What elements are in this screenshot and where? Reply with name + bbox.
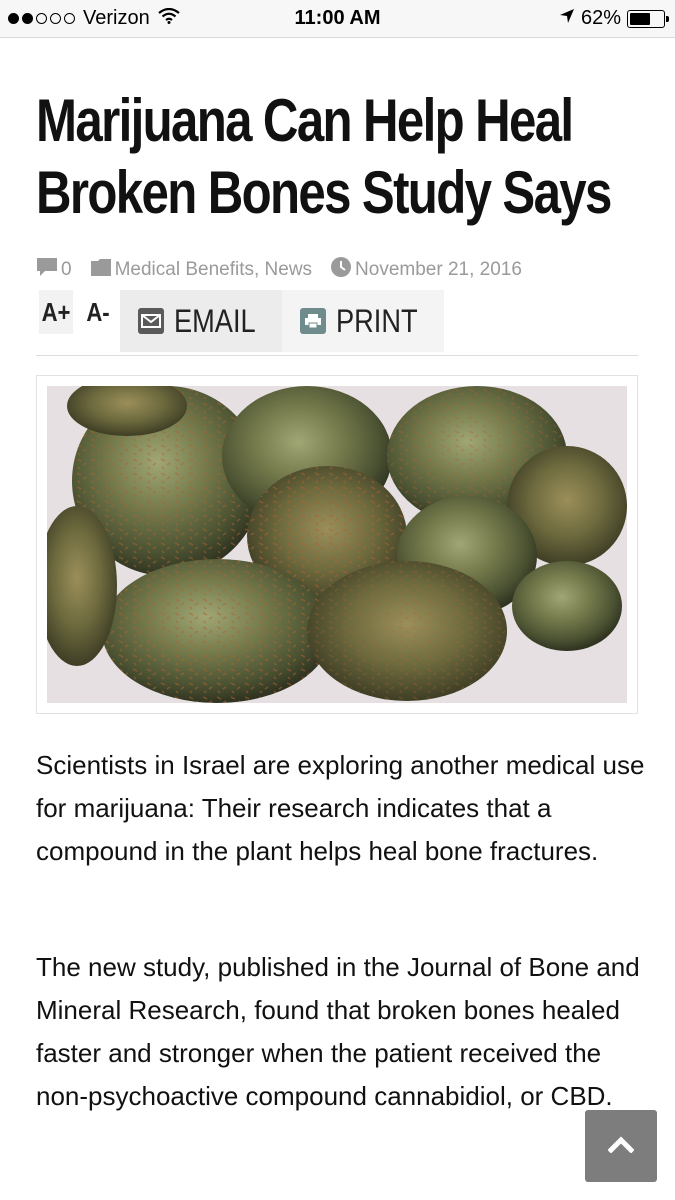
- font-decrease-button[interactable]: A-: [81, 290, 115, 334]
- comment-icon: [36, 257, 58, 283]
- email-label: EMAIL: [174, 302, 256, 339]
- print-label: PRINT: [336, 302, 418, 339]
- location-arrow-icon: [559, 7, 575, 30]
- print-button[interactable]: PRINT: [282, 290, 445, 352]
- status-bar: Verizon 11:00 AM 62%: [0, 0, 675, 38]
- font-increase-button[interactable]: A+: [39, 290, 73, 334]
- clock-icon: [330, 256, 352, 284]
- scroll-to-top-button[interactable]: [585, 1110, 657, 1182]
- publish-date: November 21, 2016: [355, 259, 522, 280]
- categories-link[interactable]: Medical Benefits, News: [90, 257, 312, 283]
- article-paragraph: The new study, published in the Journal …: [36, 952, 640, 1111]
- article-tools: A+ A- EMAIL PRINT: [36, 290, 445, 352]
- article-image-frame: [36, 375, 638, 714]
- email-button[interactable]: EMAIL: [120, 290, 283, 352]
- comments-count: 0: [61, 259, 72, 280]
- folder-icon: [90, 257, 112, 283]
- envelope-icon: [138, 308, 164, 334]
- categories-text: Medical Benefits, News: [114, 259, 313, 280]
- article-title: Marijuana Can Help Heal Broken Bones Stu…: [36, 87, 612, 226]
- battery-percent: 62%: [580, 7, 621, 29]
- meta-divider: [36, 355, 638, 356]
- date-item: November 21, 2016: [330, 256, 522, 284]
- comments-link[interactable]: 0: [36, 257, 72, 283]
- battery-icon: [627, 9, 669, 28]
- printer-icon: [300, 308, 327, 334]
- article-meta: 0 Medical Benefits, News November 21, 20…: [36, 256, 540, 284]
- article-image[interactable]: [47, 386, 627, 703]
- article-paragraph: Scientists in Israel are exploring anoth…: [36, 750, 645, 866]
- chevron-up-icon: [607, 1135, 635, 1158]
- status-right: 62%: [559, 7, 669, 30]
